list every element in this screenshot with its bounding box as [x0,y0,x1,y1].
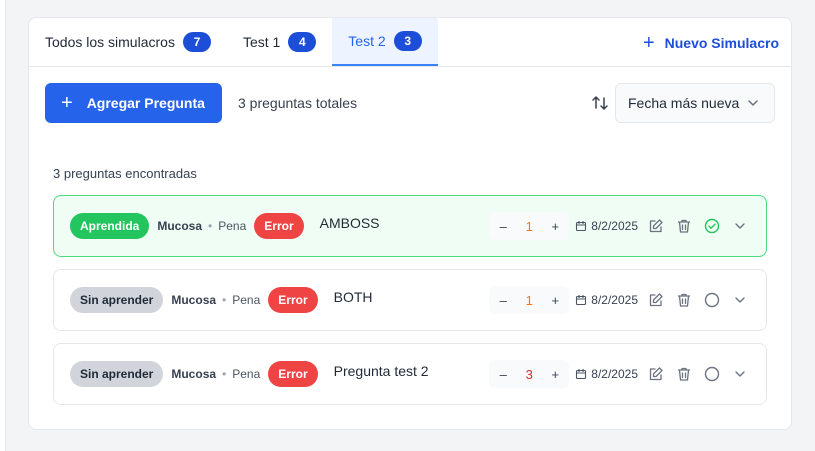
row-controls: – 1 + 8/2/2025 [489,270,748,330]
count-stepper: – 3 + [489,360,570,388]
edit-icon[interactable] [648,366,664,382]
increment-button[interactable]: + [549,293,561,308]
chevron-down-icon [748,100,758,106]
trash-icon[interactable] [676,366,692,382]
tab-label: Test 2 [348,33,386,49]
tab-count-badge: 7 [182,32,211,52]
new-simulacro-label: Nuevo Simulacro [664,34,779,51]
increment-button[interactable]: + [549,367,561,382]
category-label: Mucosa [171,367,217,381]
date-label: 8/2/2025 [575,293,638,307]
edit-icon[interactable] [648,292,664,308]
question-row[interactable]: Sin aprender Mucosa • Pena Error BOTH – … [53,269,767,331]
plus-icon: + [61,92,73,114]
status-badge[interactable]: Aprendida [70,213,150,239]
decrement-button[interactable]: – [497,367,509,382]
chevron-down-icon[interactable] [732,366,748,382]
calendar-icon [576,295,587,306]
circle-icon[interactable] [704,292,720,308]
plus-icon: + [642,31,655,54]
increment-button[interactable]: + [549,219,561,234]
chevron-down-icon[interactable] [732,218,748,234]
chevron-down-icon[interactable] [732,292,748,308]
decrement-button[interactable]: – [497,219,509,234]
circle-icon[interactable] [704,366,720,382]
add-question-label: Agregar Pregunta [86,95,205,111]
count-stepper: – 1 + [489,286,570,314]
subcategory-label: Pena [232,367,261,381]
sort-select-value: Fecha más nueva [628,95,740,111]
simulacro-tabs: Todos los simulacros 7 Test 1 4 Test 2 3… [29,18,791,67]
total-questions-text: 3 preguntas totales [238,95,358,111]
tab-todos[interactable]: Todos los simulacros 7 [29,18,227,66]
new-simulacro-button[interactable]: + Nuevo Simulacro [643,18,779,67]
question-row[interactable]: Sin aprender Mucosa • Pena Error Pregunt… [53,343,767,405]
count-value: 1 [525,218,533,234]
questions-card: Todos los simulacros 7 Test 1 4 Test 2 3… [28,17,792,430]
status-badge[interactable]: Sin aprender [70,287,164,313]
sort-select[interactable]: Fecha más nueva [615,83,775,123]
count-value: 1 [525,292,533,308]
separator-dot: • [222,367,227,381]
decrement-button[interactable]: – [497,293,509,308]
subcategory-label: Pena [218,219,247,233]
tab-count-badge: 3 [393,31,422,51]
tab-test-2[interactable]: Test 2 3 [332,18,438,66]
question-text: Pregunta test 2 [333,363,429,379]
date-label: 8/2/2025 [575,367,638,381]
trash-icon[interactable] [676,218,692,234]
tab-label: Todos los simulacros [45,34,175,50]
row-controls: – 1 + 8/2/2025 [489,196,748,256]
trash-icon[interactable] [676,292,692,308]
calendar-icon [576,369,587,380]
sort-icon[interactable] [590,93,610,113]
category-label: Mucosa [157,219,203,233]
error-badge: Error [268,361,318,387]
side-panel-edge [0,0,6,451]
status-badge[interactable]: Sin aprender [70,361,164,387]
toolbar: + Agregar Pregunta 3 preguntas totales F… [45,83,775,123]
results-count-text: 3 preguntas encontradas [53,166,197,181]
error-badge: Error [268,287,318,313]
count-stepper: – 1 + [489,212,570,240]
separator-dot: • [222,293,227,307]
edit-icon[interactable] [648,218,664,234]
add-question-button[interactable]: + Agregar Pregunta [45,83,222,123]
date-text: 8/2/2025 [591,293,638,307]
check-circle-icon[interactable] [704,218,720,234]
question-text: BOTH [333,289,373,305]
tab-label: Test 1 [242,34,281,50]
date-label: 8/2/2025 [575,219,638,233]
date-text: 8/2/2025 [591,219,638,233]
tab-test-1[interactable]: Test 1 4 [227,18,332,66]
tab-count-badge: 4 [288,32,317,52]
count-value: 3 [525,366,533,382]
category-label: Mucosa [171,293,217,307]
separator-dot: • [208,219,213,233]
error-badge: Error [254,213,304,239]
date-text: 8/2/2025 [591,367,638,381]
subcategory-label: Pena [232,293,261,307]
row-controls: – 3 + 8/2/2025 [489,344,748,404]
question-row[interactable]: Aprendida Mucosa • Pena Error AMBOSS – 1… [53,195,767,257]
calendar-icon [576,221,587,232]
question-text: AMBOSS [319,215,380,231]
